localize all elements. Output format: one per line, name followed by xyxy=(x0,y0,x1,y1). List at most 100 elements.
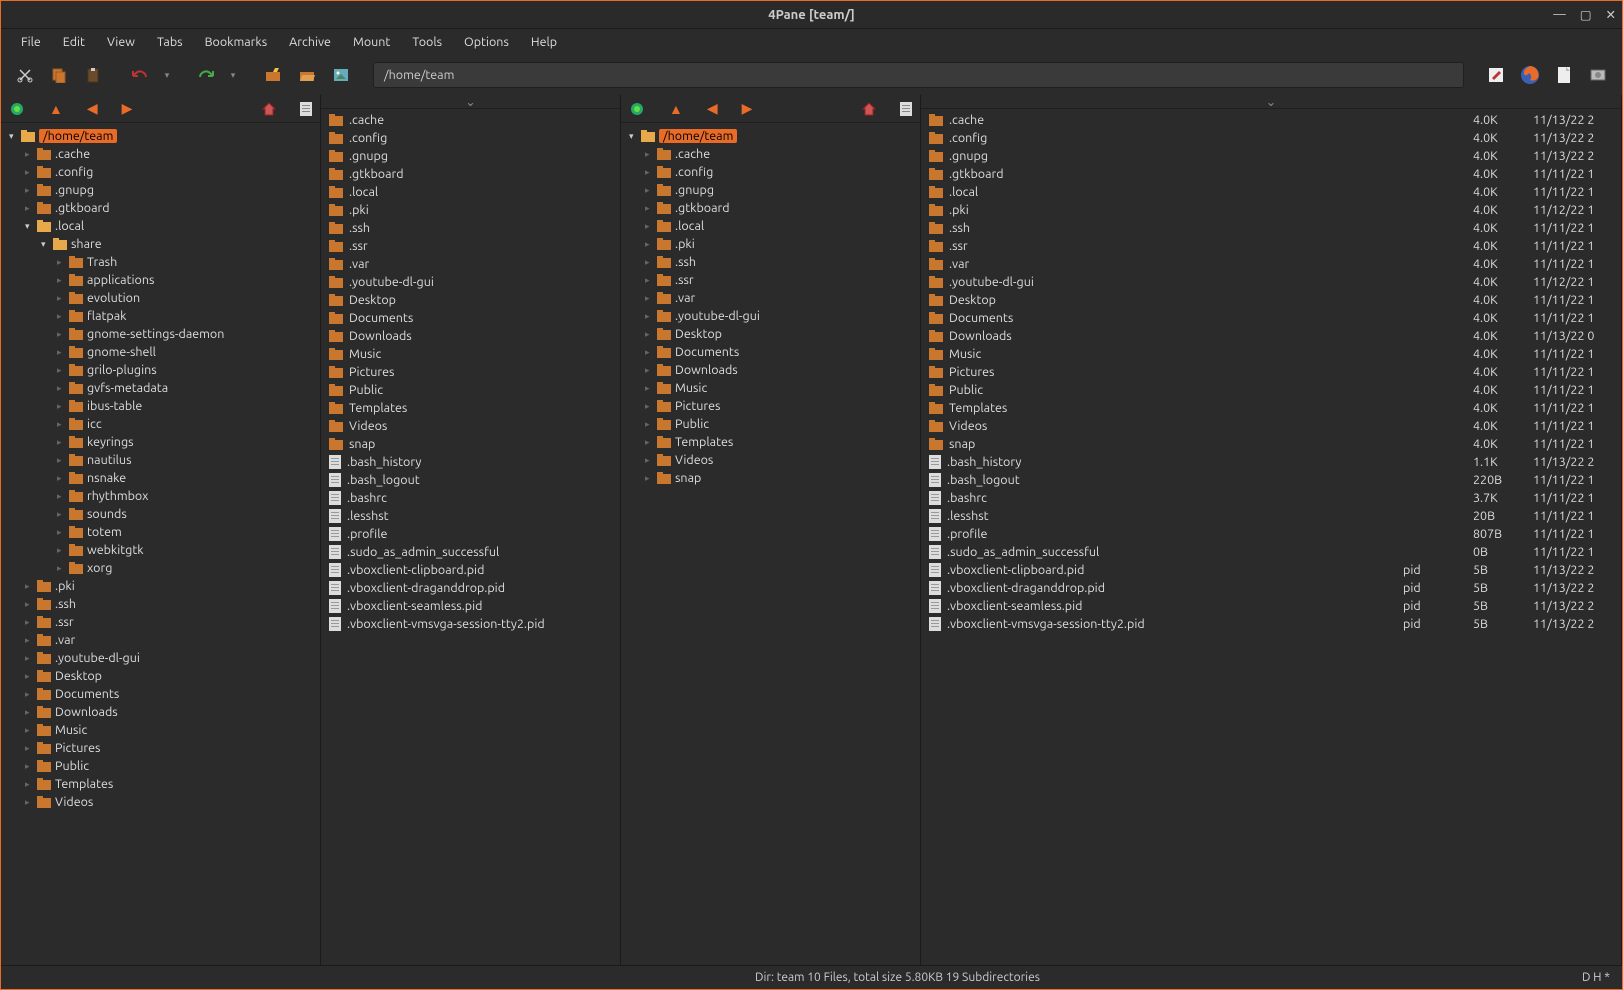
firefox-button[interactable] xyxy=(1516,61,1544,89)
list-item[interactable]: .ssr xyxy=(321,237,620,255)
tree-arrow-icon[interactable]: ▸ xyxy=(25,185,37,196)
redo-menu-button[interactable]: ▾ xyxy=(227,61,239,89)
tree-arrow-icon[interactable]: ▸ xyxy=(57,437,69,448)
tree-item[interactable]: ▸.ssh xyxy=(7,595,320,613)
menu-tools[interactable]: Tools xyxy=(402,32,452,52)
tree-item[interactable]: ▸Templates xyxy=(7,775,320,793)
list-item[interactable]: .ssh xyxy=(321,219,620,237)
list-item[interactable]: .cache xyxy=(321,111,620,129)
tree-arrow-icon[interactable]: ▸ xyxy=(25,779,37,790)
tree-arrow-icon[interactable]: ▸ xyxy=(645,437,657,448)
list-item[interactable]: .youtube-dl-gui4.0K11/12/22 1 xyxy=(921,273,1621,291)
tree-item[interactable]: ▸gvfs-metadata xyxy=(7,379,320,397)
list-item[interactable]: .var4.0K11/11/22 1 xyxy=(921,255,1621,273)
tree-arrow-icon[interactable]: ▸ xyxy=(645,203,657,214)
tree-arrow-icon[interactable]: ▸ xyxy=(57,473,69,484)
nav-home-button[interactable] xyxy=(262,102,276,116)
image-button[interactable] xyxy=(327,61,355,89)
tree-arrow-icon[interactable]: ▸ xyxy=(25,689,37,700)
nav-back-button[interactable]: ◀ xyxy=(87,100,98,117)
tree-item[interactable]: ▸.gnupg xyxy=(7,181,320,199)
tree-item[interactable]: ▸keyrings xyxy=(7,433,320,451)
tree-arrow-icon[interactable]: ▸ xyxy=(57,455,69,466)
tree-arrow-icon[interactable]: ▸ xyxy=(645,257,657,268)
list-item[interactable]: .ssh4.0K11/11/22 1 xyxy=(921,219,1621,237)
tree-item[interactable]: ▸rhythmbox xyxy=(7,487,320,505)
list-item[interactable]: .ssr4.0K11/11/22 1 xyxy=(921,237,1621,255)
nav-doc-button[interactable] xyxy=(900,102,912,116)
tree-item[interactable]: ▸nsnake xyxy=(7,469,320,487)
list-item[interactable]: .gtkboard xyxy=(321,165,620,183)
tree-arrow-icon[interactable]: ▸ xyxy=(25,725,37,736)
tree-arrow-icon[interactable]: ▸ xyxy=(645,185,657,196)
minimize-button[interactable]: — xyxy=(1553,7,1565,22)
menu-tabs[interactable]: Tabs xyxy=(147,32,193,52)
tree-item[interactable]: ▸icc xyxy=(7,415,320,433)
tree-item[interactable]: ▸Pictures xyxy=(7,739,320,757)
right-list-collapse[interactable]: ⌄ xyxy=(921,95,1621,109)
undo-button[interactable] xyxy=(127,61,155,89)
tree-item[interactable]: ▸.var xyxy=(7,631,320,649)
tree-item[interactable]: ▸Public xyxy=(7,757,320,775)
tree-arrow-icon[interactable]: ▸ xyxy=(57,383,69,394)
list-item[interactable]: Documents xyxy=(321,309,620,327)
list-item[interactable]: Videos xyxy=(321,417,620,435)
list-item[interactable]: .youtube-dl-gui xyxy=(321,273,620,291)
tree-item[interactable]: ▸.var xyxy=(627,289,920,307)
tree-arrow-icon[interactable]: ▸ xyxy=(645,347,657,358)
tree-arrow-icon[interactable]: ▸ xyxy=(57,257,69,268)
list-item[interactable]: .pki4.0K11/12/22 1 xyxy=(921,201,1621,219)
menu-edit[interactable]: Edit xyxy=(53,32,95,52)
left-file-list[interactable]: .cache.config.gnupg.gtkboard.local.pki.s… xyxy=(321,109,620,965)
tree-item[interactable]: ▸Documents xyxy=(7,685,320,703)
tree-arrow-icon[interactable]: ▸ xyxy=(25,761,37,772)
tree-arrow-icon[interactable]: ▸ xyxy=(645,293,657,304)
list-item[interactable]: snap4.0K11/11/22 1 xyxy=(921,435,1621,453)
list-item[interactable]: .vboxclient-draganddrop.pidpid5B11/13/22… xyxy=(921,579,1621,597)
list-item[interactable]: .gnupg xyxy=(321,147,620,165)
tree-item[interactable]: ▸Templates xyxy=(627,433,920,451)
nav-up-button[interactable]: ▲ xyxy=(669,101,683,117)
list-item[interactable]: Downloads4.0K11/13/22 0 xyxy=(921,327,1621,345)
list-item[interactable]: .bash_logout220B11/11/22 1 xyxy=(921,471,1621,489)
tree-arrow-icon[interactable]: ▾ xyxy=(25,221,37,232)
list-item[interactable]: .bash_history xyxy=(321,453,620,471)
list-item[interactable]: .gtkboard4.0K11/11/22 1 xyxy=(921,165,1621,183)
tree-root-icon[interactable] xyxy=(9,101,25,117)
tree-arrow-icon[interactable]: ▸ xyxy=(57,275,69,286)
tree-item[interactable]: ▸webkitgtk xyxy=(7,541,320,559)
new-folder-button[interactable] xyxy=(259,61,287,89)
tree-item[interactable]: ▸.pki xyxy=(7,577,320,595)
left-tree[interactable]: ▾/home/team▸.cache▸.config▸.gnupg▸.gtkbo… xyxy=(1,123,320,965)
tree-item[interactable]: ▸.ssh xyxy=(627,253,920,271)
tree-arrow-icon[interactable]: ▸ xyxy=(57,545,69,556)
list-item[interactable]: Desktop4.0K11/11/22 1 xyxy=(921,291,1621,309)
list-item[interactable]: .pki xyxy=(321,201,620,219)
tree-arrow-icon[interactable]: ▸ xyxy=(645,275,657,286)
tree-arrow-icon[interactable]: ▸ xyxy=(57,293,69,304)
tree-item[interactable]: ▸sounds xyxy=(7,505,320,523)
menu-file[interactable]: File xyxy=(11,32,51,52)
tree-item[interactable]: ▸.ssr xyxy=(627,271,920,289)
tree-item[interactable]: ▸.pki xyxy=(627,235,920,253)
right-file-list[interactable]: .cache4.0K11/13/22 2.config4.0K11/13/22 … xyxy=(921,109,1621,965)
tree-arrow-icon[interactable]: ▸ xyxy=(57,329,69,340)
disk-button[interactable] xyxy=(1584,61,1612,89)
list-item[interactable]: snap xyxy=(321,435,620,453)
tree-item[interactable]: ▸Public xyxy=(627,415,920,433)
tree-item[interactable]: ▾share xyxy=(7,235,320,253)
list-item[interactable]: Templates xyxy=(321,399,620,417)
tree-item[interactable]: ▸Desktop xyxy=(7,667,320,685)
tree-item[interactable]: ▸.ssr xyxy=(7,613,320,631)
list-item[interactable]: .vboxclient-clipboard.pid xyxy=(321,561,620,579)
tree-item[interactable]: ▸gnome-settings-daemon xyxy=(7,325,320,343)
tree-item[interactable]: ▾/home/team xyxy=(7,127,320,145)
list-item[interactable]: Public4.0K11/11/22 1 xyxy=(921,381,1621,399)
menu-view[interactable]: View xyxy=(97,32,145,52)
list-item[interactable]: .local4.0K11/11/22 1 xyxy=(921,183,1621,201)
tree-arrow-icon[interactable]: ▸ xyxy=(645,221,657,232)
path-input[interactable]: /home/team xyxy=(373,62,1464,88)
list-item[interactable]: Pictures4.0K11/11/22 1 xyxy=(921,363,1621,381)
tree-item[interactable]: ▸applications xyxy=(7,271,320,289)
tree-arrow-icon[interactable]: ▸ xyxy=(645,401,657,412)
